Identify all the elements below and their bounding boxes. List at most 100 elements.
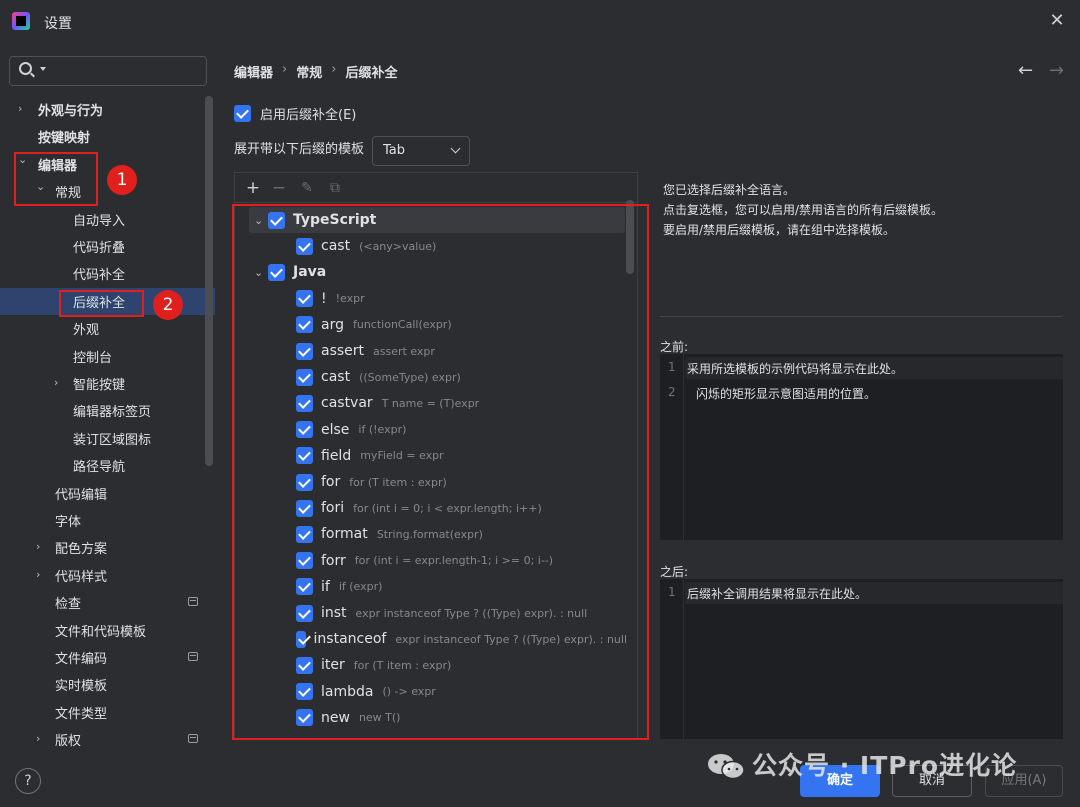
enable-postfix-checkbox[interactable] <box>234 105 251 122</box>
sidebar-item[interactable]: 文件编码 <box>0 644 215 671</box>
divider <box>660 316 1062 317</box>
expand-key-select[interactable]: Tab <box>372 136 470 166</box>
window-title: 设置 <box>44 16 72 32</box>
sidebar-scrollbar[interactable] <box>205 96 213 466</box>
sidebar-item-label: 智能按键 <box>73 378 126 393</box>
sidebar-item-label: 版权 <box>55 734 82 750</box>
sidebar-item-label: 控制台 <box>73 350 113 366</box>
add-icon[interactable]: + <box>243 178 263 198</box>
code-line: 采用所选模板的示例代码将显示在此处。 <box>687 362 904 376</box>
chevron-down-icon <box>450 143 461 154</box>
search-input[interactable] <box>50 61 200 81</box>
sidebar-item[interactable]: 代码补全 <box>0 260 215 287</box>
sidebar-item[interactable]: 外观 <box>0 315 215 342</box>
description-line: 您已选择后缀补全语言。 <box>663 183 796 197</box>
sidebar-item-label: 自动导入 <box>73 213 126 229</box>
breadcrumb-item[interactable]: 常规 <box>296 62 322 81</box>
wechat-logo-icon <box>708 754 745 780</box>
sidebar-item-label: 按键映射 <box>38 131 91 147</box>
after-label: 之后: <box>660 565 689 579</box>
sidebar-item-label: 外观与行为 <box>38 104 104 119</box>
expand-key-label: 展开带以下后缀的模板 <box>234 142 365 157</box>
project-scope-icon <box>188 652 198 661</box>
templates-toolbar: + − ✎ ⧉ <box>235 173 639 203</box>
sidebar-item[interactable]: › 配色方案 <box>0 534 215 561</box>
enable-postfix-label: 启用后缀补全(E) <box>260 108 357 123</box>
sidebar-item[interactable]: 路径导航 <box>0 452 215 479</box>
settings-search[interactable] <box>9 56 207 86</box>
edit-icon: ✎ <box>301 180 313 196</box>
expand-key-row: 展开带以下后缀的模板 <box>234 138 364 157</box>
sidebar-item-label: 代码编辑 <box>55 487 108 503</box>
close-icon[interactable]: ✕ <box>1046 10 1068 32</box>
highlight-box-editor <box>14 152 98 206</box>
sidebar-item-label: 编辑器标签页 <box>73 405 152 421</box>
sidebar-item-label: 配色方案 <box>55 542 108 558</box>
sidebar-item-label: 文件和代码模板 <box>55 624 147 640</box>
line-number: 1 <box>668 360 676 374</box>
highlight-box-templates <box>232 204 649 740</box>
sidebar-item[interactable]: 自动导入 <box>0 206 215 233</box>
chevron-right-icon[interactable]: › <box>36 733 46 744</box>
breadcrumb-item-current: 后缀补全 <box>345 66 398 81</box>
expand-key-value: Tab <box>383 143 406 158</box>
sidebar-item-label: 文件类型 <box>55 706 108 722</box>
arrow-left-icon[interactable]: ← <box>1018 60 1033 81</box>
breadcrumb-item[interactable]: 编辑器 <box>234 62 273 81</box>
sidebar-item[interactable]: 检查 <box>0 589 215 616</box>
sidebar-item[interactable]: 代码折叠 <box>0 233 215 260</box>
sidebar-item-label: 检查 <box>55 597 82 613</box>
sidebar-item[interactable]: 按键映射 <box>0 123 215 150</box>
description-line: 点击复选框，您可以启用/禁用语言的所有后缀模板。 <box>663 203 944 217</box>
sidebar-item-label: 装订区域图标 <box>73 432 152 448</box>
sidebar-item-label: 代码样式 <box>55 569 108 585</box>
enable-postfix-row[interactable]: 启用后缀补全(E) <box>234 104 356 123</box>
watermark-text: 公众号 · ITPro进化论 <box>752 751 1018 780</box>
sidebar-item[interactable]: › 代码样式 <box>0 562 215 589</box>
search-icon <box>19 62 32 75</box>
annotation-marker-1: 1 <box>107 165 137 195</box>
breadcrumb: 编辑器 › 常规 › 后缀补全 <box>234 62 397 81</box>
sidebar-item[interactable]: 编辑器标签页 <box>0 397 215 424</box>
chevron-right-icon[interactable]: › <box>54 377 64 388</box>
help-icon[interactable]: ? <box>15 768 41 794</box>
description-text: 您已选择后缀补全语言。 点击复选框，您可以启用/禁用语言的所有后缀模板。 要启用… <box>663 180 943 240</box>
copy-icon: ⧉ <box>330 180 340 196</box>
arrow-right-icon: → <box>1049 60 1065 81</box>
app-logo-icon <box>12 12 30 30</box>
sidebar-item[interactable]: 代码编辑 <box>0 480 215 507</box>
sidebar-item-label: 外观 <box>73 323 100 339</box>
before-preview: 1 采用所选模板的示例代码将显示在此处。 2 闪烁的矩形显示意图适用的位置。 <box>660 354 1063 540</box>
sidebar-item[interactable]: 控制台 <box>0 343 215 370</box>
line-gutter <box>660 579 684 739</box>
breadcrumb-separator-icon: › <box>282 62 288 77</box>
breadcrumb-separator-icon: › <box>331 62 337 77</box>
sidebar-item[interactable]: › 外观与行为 <box>0 96 215 123</box>
sidebar-item-label: 实时模板 <box>55 679 108 695</box>
code-line: 闪烁的矩形显示意图适用的位置。 <box>696 387 877 401</box>
sidebar-item[interactable]: › 版权 <box>0 726 215 753</box>
sidebar-item-label: 文件编码 <box>55 652 108 667</box>
chevron-right-icon[interactable]: › <box>36 541 46 552</box>
sidebar-item[interactable]: 字体 <box>0 507 215 534</box>
sidebar-item-label: 代码折叠 <box>73 241 126 256</box>
chevron-right-icon[interactable]: › <box>36 569 46 580</box>
line-number: 1 <box>668 585 676 599</box>
title-bar: 设置 ✕ <box>0 0 1080 44</box>
chevron-right-icon[interactable]: › <box>18 103 28 114</box>
sidebar-item-label: 代码补全 <box>73 268 126 284</box>
sidebar-item[interactable]: 文件类型 <box>0 699 215 726</box>
code-line: 后缀补全调用结果将显示在此处。 <box>687 587 868 601</box>
line-number: 2 <box>668 385 676 399</box>
sidebar-item[interactable]: 文件和代码模板 <box>0 617 215 644</box>
annotation-marker-2: 2 <box>153 290 183 320</box>
sidebar-item[interactable]: 装订区域图标 <box>0 425 215 452</box>
project-scope-icon <box>188 597 198 607</box>
sidebar-item[interactable]: › 智能按键 <box>0 370 215 397</box>
sidebar-item[interactable]: 实时模板 <box>0 671 215 698</box>
highlight-box-postfix <box>59 290 144 317</box>
line-gutter <box>660 354 684 540</box>
before-label: 之前: <box>660 340 689 354</box>
project-scope-icon <box>188 734 198 744</box>
search-options-icon[interactable] <box>40 67 46 71</box>
